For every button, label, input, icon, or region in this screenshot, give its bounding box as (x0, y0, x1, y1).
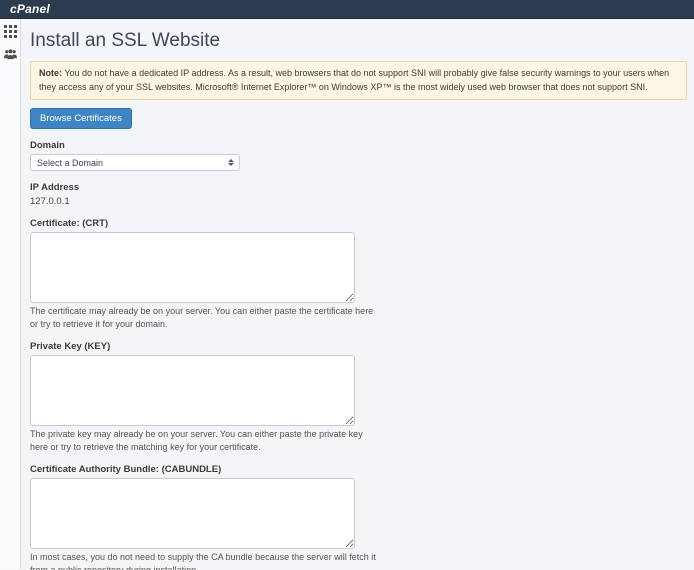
page-title: Install an SSL Website (30, 30, 687, 52)
notice-prefix: Note: (39, 68, 62, 78)
domain-label: Domain (30, 140, 687, 151)
apps-grid-icon[interactable] (4, 25, 17, 38)
ip-address-value: 127.0.0.1 (30, 196, 687, 207)
main-content: Install an SSL Website Note: You do not … (21, 19, 694, 569)
ip-address-label: IP Address (30, 182, 687, 193)
private-key-label: Private Key (KEY) (30, 341, 687, 352)
private-key-textarea[interactable] (30, 355, 355, 426)
certificate-help-text: The certificate may already be on your s… (30, 305, 382, 330)
top-header-bar: cPanel (0, 0, 694, 19)
users-group-icon[interactable] (4, 48, 17, 61)
select-stepper-icon (228, 159, 234, 166)
certificate-label: Certificate: (CRT) (30, 218, 687, 229)
notice-text: You do not have a dedicated IP address. … (39, 68, 669, 92)
sni-warning-notice: Note: You do not have a dedicated IP add… (30, 61, 687, 100)
private-key-help-text: The private key may already be on your s… (30, 428, 382, 453)
domain-select[interactable]: Select a Domain (30, 154, 240, 171)
domain-select-value: Select a Domain (37, 158, 103, 168)
ca-bundle-textarea[interactable] (30, 478, 355, 549)
cpanel-logo: cPanel (10, 2, 50, 16)
left-icon-sidebar (0, 19, 21, 569)
ca-bundle-label: Certificate Authority Bundle: (CABUNDLE) (30, 464, 687, 475)
ca-bundle-help-text: In most cases, you do not need to supply… (30, 551, 382, 570)
browse-certificates-button[interactable]: Browse Certificates (30, 108, 132, 129)
certificate-textarea[interactable] (30, 232, 355, 303)
